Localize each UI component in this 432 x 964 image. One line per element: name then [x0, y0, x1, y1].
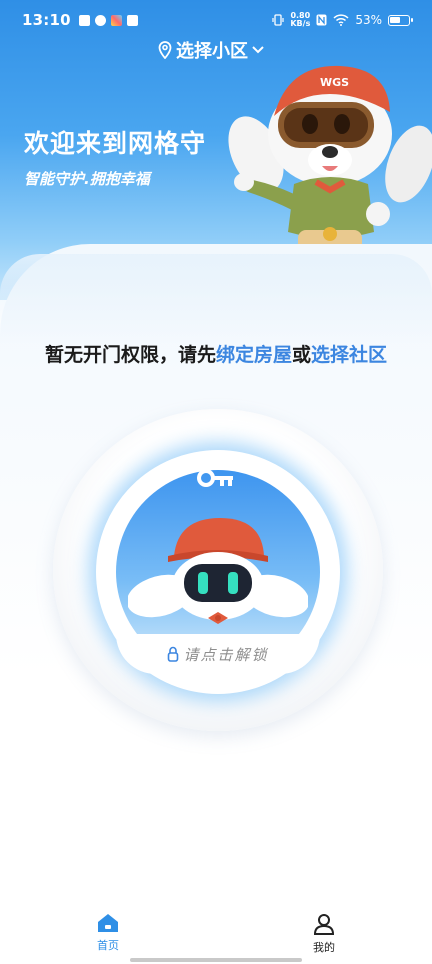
user-icon — [313, 914, 335, 935]
network-speed: 0.80 KB/s — [290, 12, 310, 28]
battery-icon — [388, 14, 413, 26]
nfc-icon — [316, 14, 327, 26]
tab-home[interactable]: 首页 — [0, 904, 216, 964]
bind-house-link[interactable]: 绑定房屋 — [216, 344, 292, 366]
location-pin-icon — [158, 41, 172, 59]
panel-glow — [0, 254, 432, 344]
tab-mine[interactable]: 我的 — [216, 904, 432, 964]
robot-mascot-icon — [128, 518, 308, 624]
welcome-subtitle: 智能守护.拥抱幸福 — [24, 170, 150, 188]
notification-app-icon — [78, 14, 90, 26]
notification-app-icon — [126, 14, 138, 26]
key-icon — [197, 469, 233, 487]
tab-home-label: 首页 — [97, 939, 119, 952]
welcome-title: 欢迎来到网格守 — [24, 129, 207, 158]
home-indicator[interactable] — [130, 958, 302, 962]
network-speed-unit: KB/s — [290, 19, 311, 28]
select-community-link[interactable]: 选择社区 — [311, 344, 387, 366]
unlock-label-text: 请点击解锁 — [183, 645, 269, 664]
notification-icons — [78, 14, 138, 26]
bottom-tab-bar: 首页 我的 — [0, 904, 432, 964]
status-indicators: 0.80 KB/s 53% — [272, 12, 413, 28]
mascot-illustration: WGS — [228, 65, 432, 274]
notice-text: 暂无开门权限，请先 — [44, 344, 216, 366]
lock-icon — [168, 646, 179, 662]
permission-notice: 暂无开门权限，请先绑定房屋或选择社区 — [0, 340, 432, 367]
vibrate-icon — [272, 14, 284, 26]
notice-or: 或 — [292, 344, 312, 366]
wifi-icon — [333, 14, 349, 26]
home-icon — [98, 914, 118, 932]
tab-mine-label: 我的 — [313, 941, 335, 954]
status-time: 13:10 — [22, 11, 71, 29]
mascot-hat-text: WGS — [320, 76, 349, 89]
notification-app-icon — [110, 14, 122, 26]
battery-percent: 53% — [355, 13, 382, 27]
status-bar: 13:10 0.80 KB/s 53% — [0, 0, 432, 40]
unlock-label: 请点击解锁 — [116, 634, 320, 674]
notification-app-icon — [94, 14, 106, 26]
